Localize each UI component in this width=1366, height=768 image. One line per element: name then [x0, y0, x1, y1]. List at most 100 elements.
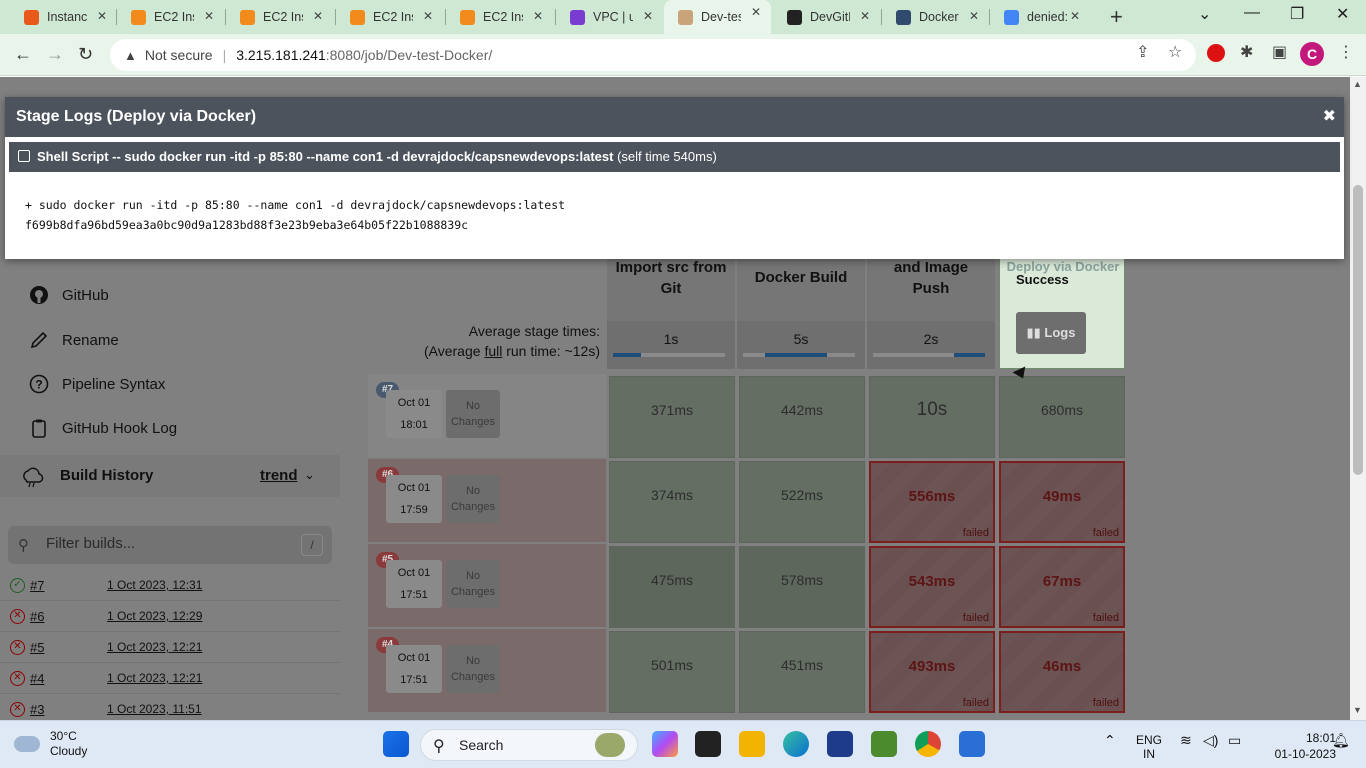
build-date-link[interactable]: 1 Oct 2023, 11:51 [107, 702, 202, 716]
stage-cell[interactable]: 46ms failed [999, 631, 1125, 713]
battery-icon[interactable]: ▭ [1228, 733, 1241, 747]
build-number-link[interactable]: #7 [30, 578, 44, 593]
build-date-link[interactable]: 1 Oct 2023, 12:29 [107, 609, 202, 623]
menu-icon[interactable]: ⋮ [1338, 42, 1354, 62]
scroll-up-icon[interactable]: ▲ [1353, 79, 1362, 89]
file-explorer-icon[interactable] [739, 731, 765, 757]
stage-cell[interactable]: 374ms [609, 461, 735, 543]
tab-3[interactable]: EC2 Inst ✕ [336, 4, 443, 30]
close-tab-icon[interactable]: ✕ [423, 9, 433, 23]
tab-9[interactable]: denied: ✕ [990, 4, 1090, 30]
build-row[interactable]: ✕ #4 1 Oct 2023, 12:21 [0, 663, 340, 694]
maximize-button[interactable]: ❐ [1290, 4, 1304, 24]
tab-2[interactable]: EC2 Inst ✕ [226, 4, 333, 30]
sidebar-item-rename[interactable]: Rename [28, 329, 119, 351]
profile-avatar[interactable]: C [1300, 42, 1324, 66]
store-icon[interactable] [827, 731, 853, 757]
share-icon[interactable]: ⇪ [1136, 42, 1149, 62]
step-header[interactable]: Shell Script -- sudo docker run -itd -p … [9, 142, 1340, 172]
tab-8[interactable]: Docker ✕ [882, 4, 989, 30]
chevron-down-icon[interactable]: ⌄ [304, 467, 315, 483]
copilot-icon[interactable] [652, 731, 678, 757]
stage-cell[interactable]: 501ms [609, 631, 735, 713]
address-bar[interactable]: ▲ Not secure | 3.215.181.241 :8080/job/D… [110, 39, 1196, 71]
tab-7[interactable]: DevGitH ✕ [773, 4, 880, 30]
close-icon[interactable]: ✖ [1323, 106, 1336, 126]
tab-5[interactable]: VPC | us ✕ [556, 4, 663, 30]
stage-cell[interactable]: 67ms failed [999, 546, 1125, 628]
run-row-info[interactable]: #5Oct 0117:51NoChanges [368, 544, 606, 627]
stage-cell[interactable]: 371ms [609, 376, 735, 458]
run-row-info[interactable]: #7Oct 0118:01NoChanges [368, 374, 606, 457]
language-indicator[interactable]: ENG IN [1136, 733, 1162, 761]
notepad-icon[interactable] [871, 731, 897, 757]
build-number-link[interactable]: #5 [30, 640, 44, 655]
minimize-button[interactable]: — [1244, 4, 1260, 22]
chrome-icon[interactable] [915, 731, 941, 757]
stage-cell[interactable]: 578ms [739, 546, 865, 628]
notes-icon[interactable] [959, 731, 985, 757]
stage-cell[interactable]: 49ms failed [999, 461, 1125, 543]
run-row-info[interactable]: #4Oct 0117:51NoChanges [368, 629, 606, 712]
sidebar-item-pipeline-syntax[interactable]: ? Pipeline Syntax [28, 373, 165, 395]
new-tab-button[interactable]: + [1110, 4, 1123, 30]
forward-button[interactable]: → [46, 44, 64, 65]
stage-cell[interactable]: 522ms [739, 461, 865, 543]
tab-4[interactable]: EC2 Inst ✕ [446, 4, 553, 30]
stage-cell[interactable]: 475ms [609, 546, 735, 628]
build-row[interactable]: ✕ #5 1 Oct 2023, 12:21 [0, 632, 340, 663]
bookmark-star-icon[interactable]: ☆ [1168, 42, 1182, 62]
notification-bell-icon[interactable]: 🔔︎ [1332, 733, 1350, 747]
sidebar-item-github-hook-log[interactable]: GitHub Hook Log [28, 417, 177, 439]
build-number-link[interactable]: #6 [30, 609, 44, 624]
stage-cell[interactable]: 543ms failed [869, 546, 995, 628]
task-view-icon[interactable] [695, 731, 721, 757]
close-tab-icon[interactable]: ✕ [643, 9, 653, 23]
close-tab-icon[interactable]: ✕ [204, 9, 214, 23]
stage-cell[interactable]: 680ms [999, 376, 1125, 458]
back-button[interactable]: ← [14, 44, 32, 65]
build-row[interactable]: ✕ #6 1 Oct 2023, 12:29 [0, 601, 340, 632]
close-window-button[interactable]: ✕ [1336, 4, 1349, 24]
page-scrollbar[interactable]: ▲ ▼ [1350, 77, 1366, 720]
scroll-thumb[interactable] [1353, 185, 1363, 475]
run-row-info[interactable]: #6Oct 0117:59NoChanges [368, 459, 606, 542]
edge-icon[interactable] [783, 731, 809, 757]
warning-icon[interactable]: ▲ [124, 48, 137, 63]
stage-cell[interactable]: 442ms [739, 376, 865, 458]
filter-builds-input[interactable] [46, 535, 286, 552]
tab-search-icon[interactable]: ⌄ [1198, 4, 1211, 24]
volume-icon[interactable]: ◁) [1203, 733, 1218, 747]
tab-1[interactable]: EC2 Inst ✕ [117, 4, 224, 30]
close-tab-icon[interactable]: ✕ [751, 5, 761, 19]
build-row[interactable]: ✕ #3 1 Oct 2023, 11:51 [0, 694, 340, 720]
stage-cell[interactable]: 10s [869, 376, 995, 458]
close-tab-icon[interactable]: ✕ [97, 9, 107, 23]
filter-builds[interactable]: ⚲ / [8, 526, 332, 564]
extension-icon[interactable] [1207, 44, 1225, 62]
tab-0[interactable]: Instance ✕ [10, 4, 117, 30]
trend-link[interactable]: trend [260, 467, 298, 484]
security-label[interactable]: Not secure [145, 47, 213, 63]
build-row[interactable]: ✓ #7 1 Oct 2023, 12:31 [0, 570, 340, 601]
build-date-link[interactable]: 1 Oct 2023, 12:21 [107, 671, 202, 685]
build-date-link[interactable]: 1 Oct 2023, 12:21 [107, 640, 202, 654]
stage-cell[interactable]: 451ms [739, 631, 865, 713]
stage-cell[interactable]: 556ms failed [869, 461, 995, 543]
reload-button[interactable]: ↻ [78, 44, 93, 65]
close-tab-icon[interactable]: ✕ [313, 9, 323, 23]
logs-button[interactable]: ▮▮ Logs [1016, 312, 1086, 354]
build-date-link[interactable]: 1 Oct 2023, 12:31 [107, 578, 202, 592]
scroll-down-icon[interactable]: ▼ [1353, 705, 1362, 715]
clock[interactable]: 18:01 01-10-2023 [1262, 730, 1336, 762]
wifi-icon[interactable]: ≋ [1180, 733, 1192, 747]
stage-cell[interactable]: 493ms failed [869, 631, 995, 713]
puzzle-icon[interactable]: ✱ [1240, 42, 1253, 62]
chevron-up-icon[interactable]: ⌃ [1104, 733, 1116, 747]
weather-widget[interactable]: 30°C Cloudy [14, 729, 87, 759]
build-number-link[interactable]: #4 [30, 671, 44, 686]
close-tab-icon[interactable]: ✕ [969, 9, 979, 23]
windows-start-icon[interactable] [383, 731, 409, 757]
close-tab-icon[interactable]: ✕ [1070, 9, 1080, 23]
close-tab-icon[interactable]: ✕ [533, 9, 543, 23]
